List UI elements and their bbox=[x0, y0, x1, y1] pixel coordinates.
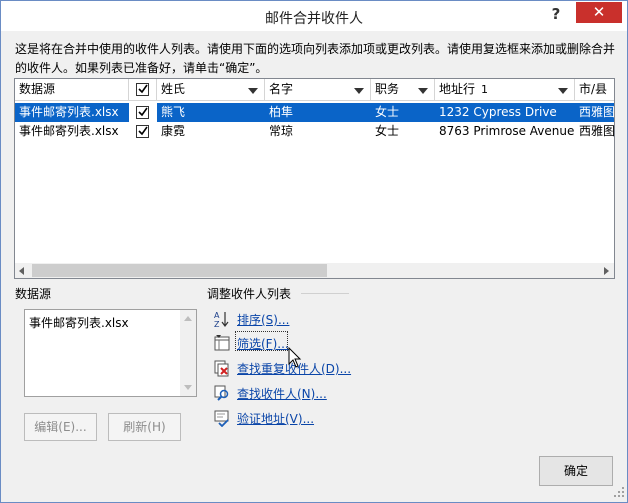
duplicate-remove-icon bbox=[213, 359, 231, 377]
column-header-address[interactable]: 地址行 1 bbox=[435, 79, 575, 101]
column-header-city[interactable]: 市/县 bbox=[575, 79, 614, 101]
row-checkbox[interactable] bbox=[136, 106, 149, 119]
table-row[interactable]: 事件邮寄列表.xlsx 康霓 常琼 女士 8763 Primrose Avenu… bbox=[15, 122, 614, 141]
dropdown-arrow-icon[interactable] bbox=[248, 88, 258, 94]
column-header-source[interactable]: 数据源 bbox=[15, 79, 129, 101]
edit-button[interactable]: 编辑(E)... bbox=[24, 413, 97, 441]
scroll-right-icon[interactable] bbox=[604, 267, 609, 275]
column-header-label: 职务 bbox=[375, 82, 400, 96]
scroll-up-icon[interactable] bbox=[184, 316, 192, 321]
column-header-check[interactable] bbox=[129, 79, 157, 101]
checkmark-icon bbox=[138, 126, 148, 136]
close-button[interactable]: ✕ bbox=[576, 2, 622, 23]
dialog-title: 邮件合并收件人 bbox=[265, 11, 363, 27]
checkmark-icon bbox=[138, 84, 148, 94]
refresh-button[interactable]: 刷新(H) bbox=[108, 413, 181, 441]
cell-check bbox=[129, 103, 157, 122]
description: 这是将在合并中使用的收件人列表。请使用下面的选项向列表添加项或更改列表。请使用复… bbox=[15, 40, 615, 78]
column-header-label: 地址行 bbox=[439, 82, 476, 96]
svg-text:Z: Z bbox=[214, 320, 220, 328]
cell-address: 1232 Cypress Drive bbox=[439, 105, 557, 119]
svg-text:A: A bbox=[214, 311, 220, 320]
help-button[interactable]: ? bbox=[546, 5, 566, 25]
cell-city: 西雅图 bbox=[579, 124, 615, 138]
cell-city: 西雅图 bbox=[579, 105, 615, 119]
list-item[interactable]: 事件邮寄列表.xlsx bbox=[29, 314, 129, 331]
cell-first-name: 柏隼 bbox=[269, 105, 294, 119]
validate-address-icon bbox=[213, 409, 231, 428]
description-line-1: 这是将在合并中使用的收件人列表。请使用下面的选项向列表添加项或更改列表。请使用复… bbox=[15, 42, 616, 56]
checkmark-icon bbox=[138, 107, 148, 117]
sort-link-label[interactable]: 排序(S)... bbox=[237, 311, 289, 328]
filter-icon bbox=[213, 334, 231, 352]
column-header-label: 市/县 bbox=[579, 82, 608, 96]
scroll-down-icon[interactable] bbox=[184, 385, 192, 390]
description-line-2: 的收件人。如果列表已准备好，请单击“确定”。 bbox=[15, 61, 268, 75]
column-header-label: 名字 bbox=[269, 82, 294, 96]
recipients-grid[interactable]: 数据源 姓氏 名字 职务 地址行 1 市/县 事件邮寄列表.xlsx 熊飞 柏隼 … bbox=[14, 78, 615, 279]
cell-source: 事件邮寄列表.xlsx bbox=[19, 105, 119, 119]
refine-list-label: 调整收件人列表 bbox=[207, 287, 292, 301]
sort-az-icon: AZ bbox=[213, 310, 231, 329]
table-row[interactable]: 事件邮寄列表.xlsx 熊飞 柏隼 女士 1232 Cypress Drive … bbox=[15, 103, 614, 122]
scrollbar-thumb[interactable] bbox=[32, 264, 327, 277]
horizontal-scrollbar[interactable] bbox=[15, 263, 614, 278]
cell-last-name: 熊飞 bbox=[161, 105, 186, 119]
column-header-title[interactable]: 职务 bbox=[371, 79, 435, 101]
dropdown-arrow-icon[interactable] bbox=[558, 88, 568, 94]
ok-button[interactable]: 确定 bbox=[539, 456, 613, 486]
dropdown-arrow-icon[interactable] bbox=[418, 88, 428, 94]
column-header-last-name[interactable]: 姓氏 bbox=[157, 79, 265, 101]
find-recipient-label[interactable]: 查找收件人(N)... bbox=[237, 385, 327, 402]
cell-first-name: 常琼 bbox=[269, 124, 294, 138]
cell-last-name: 康霓 bbox=[161, 124, 186, 138]
cell-title: 女士 bbox=[375, 105, 400, 119]
column-header-first-name[interactable]: 名字 bbox=[265, 79, 371, 101]
cell-source: 事件邮寄列表.xlsx bbox=[19, 124, 119, 138]
row-checkbox[interactable] bbox=[136, 125, 149, 138]
datasource-list[interactable]: 事件邮寄列表.xlsx bbox=[24, 309, 197, 397]
divider bbox=[301, 293, 349, 294]
validate-address-label[interactable]: 验证地址(V)... bbox=[237, 410, 314, 427]
resize-grip-icon[interactable] bbox=[613, 486, 625, 498]
scroll-left-icon[interactable] bbox=[19, 267, 24, 275]
cell-address: 8763 Primrose Avenue bbox=[439, 124, 575, 138]
mail-merge-recipients-dialog: 邮件合并收件人 ? ✕ 这是将在合并中使用的收件人列表。请使用下面的选项向列表添… bbox=[0, 0, 628, 503]
cell-title: 女士 bbox=[375, 124, 400, 138]
vertical-scrollbar[interactable] bbox=[180, 310, 196, 396]
datasource-label: 数据源 bbox=[15, 287, 52, 301]
select-all-checkbox[interactable] bbox=[136, 83, 149, 96]
dropdown-arrow-icon[interactable] bbox=[354, 88, 364, 94]
cell-check bbox=[129, 122, 157, 141]
filter-link-label[interactable]: 筛选(F)... bbox=[237, 335, 289, 352]
find-search-icon bbox=[213, 384, 231, 402]
mouse-pointer-icon bbox=[288, 347, 302, 368]
title-bar: 邮件合并收件人 ? ✕ bbox=[1, 1, 627, 31]
column-header-label: 姓氏 bbox=[161, 82, 186, 96]
column-header-suffix: 1 bbox=[481, 83, 489, 96]
column-header-label: 数据源 bbox=[19, 82, 56, 96]
